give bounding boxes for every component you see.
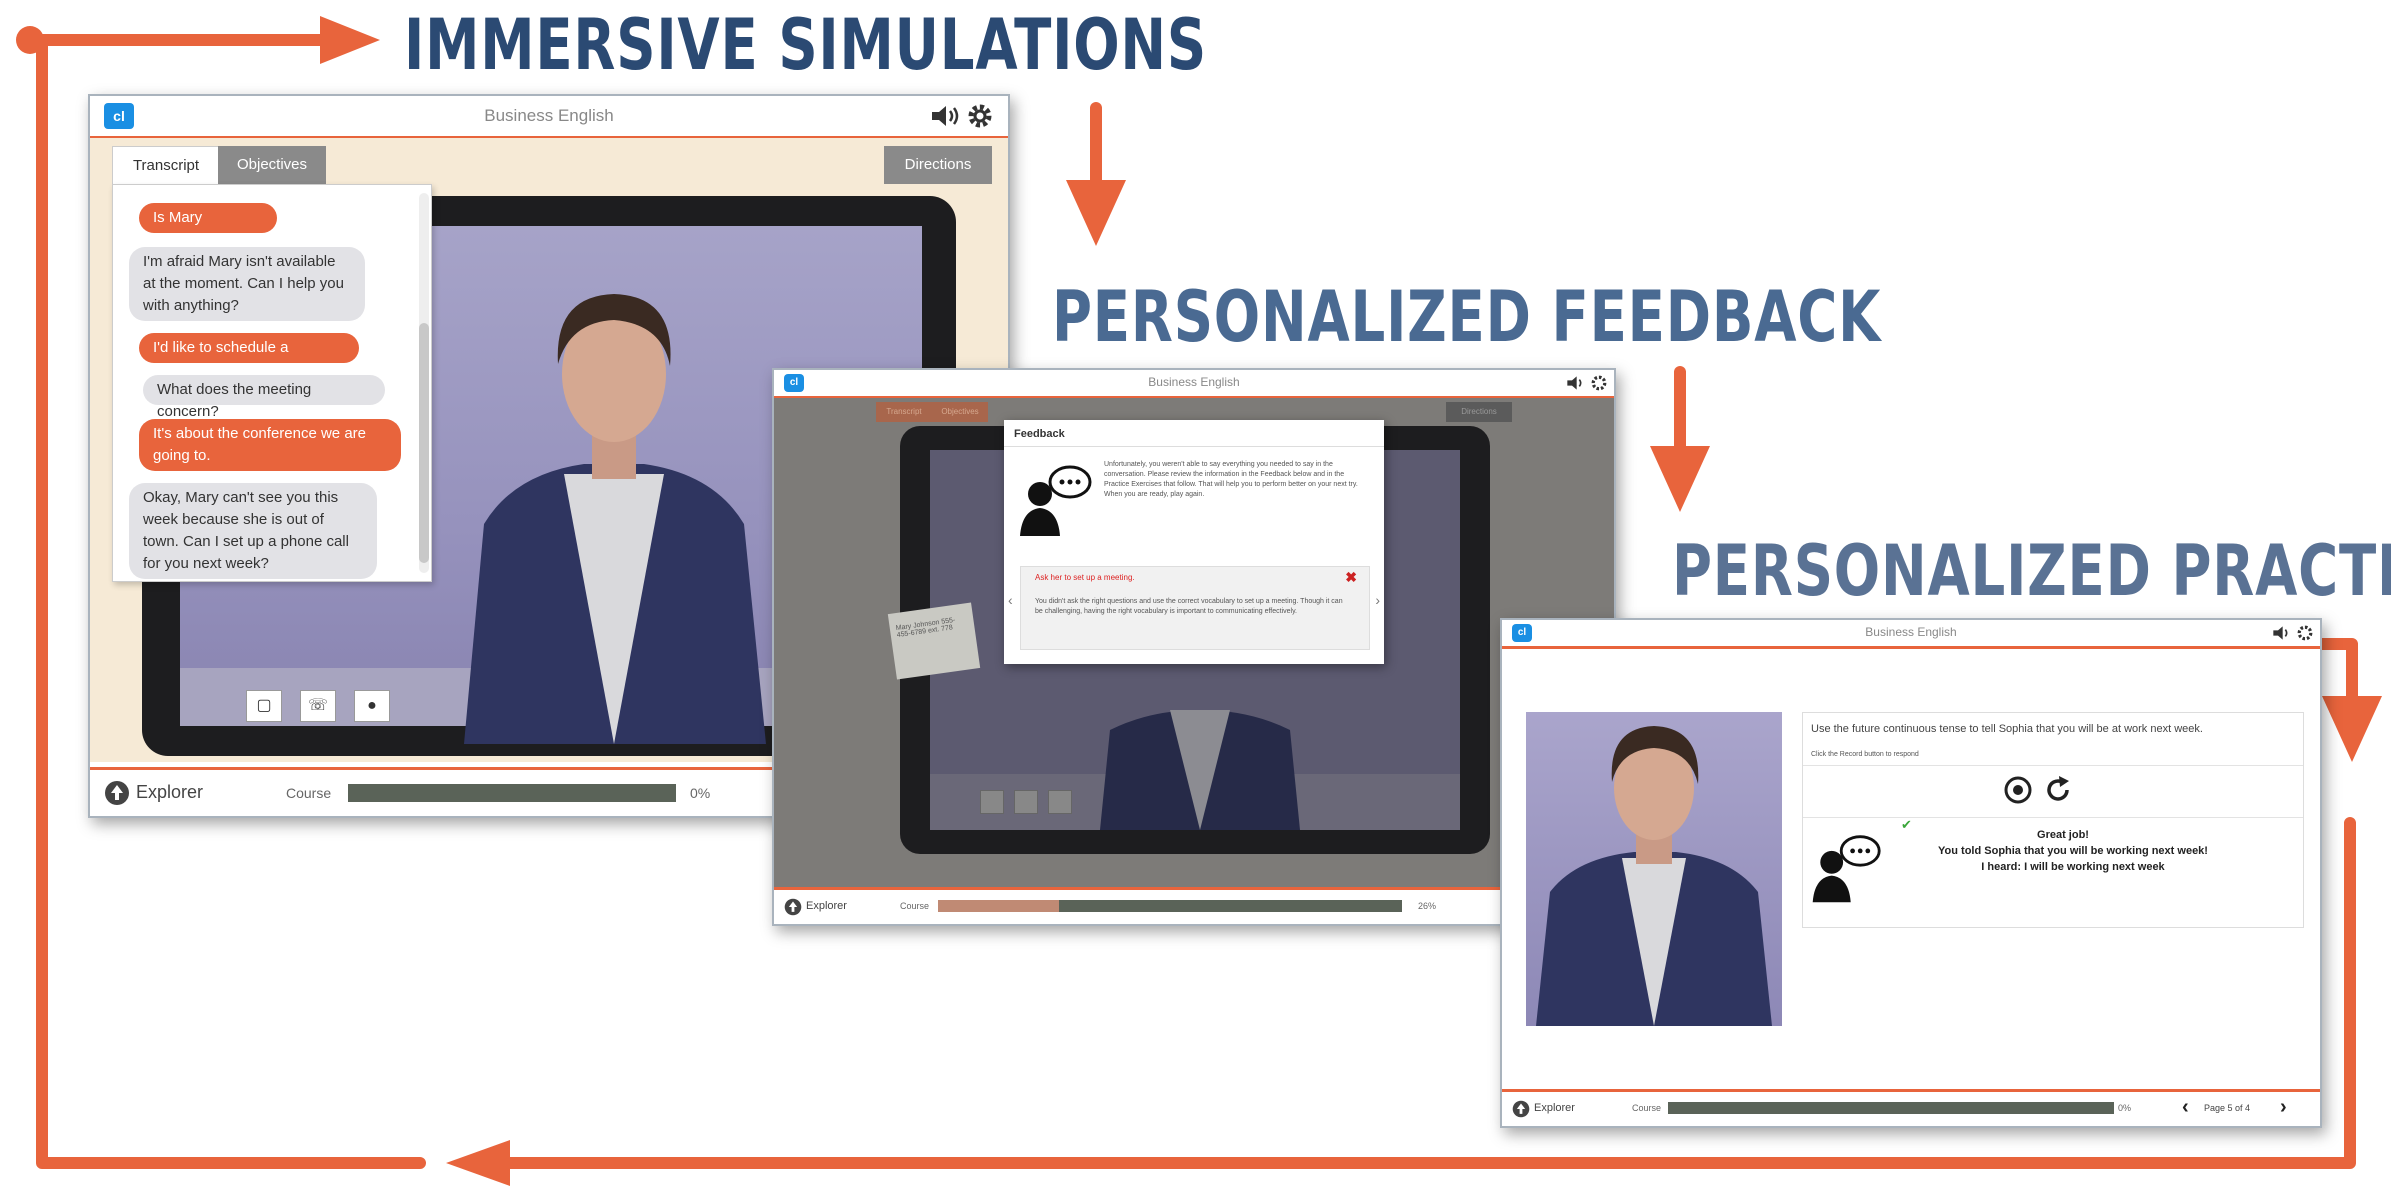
result-divider bbox=[1803, 817, 2303, 818]
hang-up-button[interactable] bbox=[1014, 790, 1038, 814]
result-told: You told Sophia that you will be working… bbox=[1938, 845, 2208, 857]
chevron-right-icon[interactable]: › bbox=[1375, 592, 1380, 608]
title-bar: cl Business English bbox=[774, 370, 1614, 399]
explorer-icon[interactable] bbox=[784, 898, 802, 916]
microphone-button[interactable]: ● bbox=[354, 690, 390, 722]
transcript-message-agent: Okay, Mary can't see you this week becau… bbox=[129, 483, 377, 579]
result-title: Great job! bbox=[2037, 829, 2089, 841]
tab-transcript[interactable]: Transcript bbox=[112, 146, 220, 185]
title-bar: cl Business English bbox=[1502, 620, 2320, 649]
arrowhead-right bbox=[320, 16, 380, 64]
practice-instruction: Use the future continuous tense to tell … bbox=[1811, 723, 2203, 735]
hang-up-button[interactable]: ☏ bbox=[300, 690, 336, 722]
feedback-window: cl Business English Mary Johnson 555-455… bbox=[772, 368, 1616, 926]
course-progress-percent: 0% bbox=[2118, 1103, 2132, 1113]
volume-icon[interactable] bbox=[1566, 375, 1586, 391]
transcript-message-user: I'd like to schedule a meeting. bbox=[139, 333, 359, 378]
page-indicator: Page 5 of 4 bbox=[2204, 1103, 2251, 1113]
explorer-icon[interactable] bbox=[104, 780, 130, 806]
feedback-issue-card: Ask her to set up a meeting. ✖ You didn'… bbox=[1020, 566, 1370, 650]
camera-button[interactable] bbox=[980, 790, 1004, 814]
microphone-button[interactable] bbox=[1048, 790, 1072, 814]
volume-icon[interactable] bbox=[2272, 625, 2292, 641]
gear-icon[interactable] bbox=[2296, 624, 2314, 642]
explorer-label[interactable]: Explorer bbox=[1534, 1102, 1575, 1114]
gear-icon[interactable] bbox=[966, 102, 994, 130]
title-bar: cl Business English bbox=[90, 96, 1008, 139]
tab-objectives[interactable]: Objectives bbox=[218, 146, 326, 184]
dialog-divider bbox=[1004, 446, 1384, 447]
footer-bar: Explorer Course 0% ‹ Page 5 of 4 › bbox=[1502, 1089, 2320, 1126]
virtual-character-sophia bbox=[1536, 726, 1772, 1026]
window-title: Business English bbox=[1148, 375, 1240, 389]
practice-hint: Click the Record button to respond bbox=[1811, 751, 1919, 758]
arrowhead-left bbox=[446, 1140, 510, 1186]
transcript-message-agent: What does the meeting concern? bbox=[143, 375, 385, 420]
feedback-message: Unfortunately, you weren't able to say e… bbox=[1104, 461, 1358, 498]
virtual-character-sophia bbox=[464, 294, 766, 744]
loop-start-dot bbox=[16, 26, 44, 54]
coach-speech-icon bbox=[1020, 465, 1092, 536]
tab-transcript[interactable]: Transcript bbox=[876, 402, 932, 422]
course-label: Course bbox=[286, 785, 332, 801]
directions-button[interactable]: Directions bbox=[884, 146, 992, 184]
practice-window: cl Business English Use the future conti… bbox=[1500, 618, 2322, 1128]
coach-speech-icon bbox=[1812, 835, 1881, 903]
tab-objectives[interactable]: Objectives bbox=[932, 402, 988, 422]
transcript-scrollbar[interactable] bbox=[419, 193, 429, 573]
transcript-message-agent: I'm afraid Mary isn't available at the m… bbox=[129, 247, 365, 321]
course-progress-bar bbox=[1668, 1102, 2114, 1114]
directions-button[interactable]: Directions bbox=[1446, 402, 1512, 422]
issue-text: You didn't ask the right questions and u… bbox=[1035, 598, 1343, 615]
transcript-message-user: It's about the conference we are going t… bbox=[139, 419, 401, 471]
chevron-left-icon[interactable]: ‹ bbox=[1008, 592, 1013, 608]
record-button-icon[interactable] bbox=[2003, 775, 2033, 805]
footer-bar: Explorer Course 26% bbox=[774, 887, 1614, 924]
explorer-label[interactable]: Explorer bbox=[136, 782, 203, 803]
chevron-right-icon[interactable]: › bbox=[2280, 1096, 2287, 1119]
success-check-icon: ✔ bbox=[1901, 817, 1912, 832]
course-progress-percent: 0% bbox=[690, 785, 711, 801]
course-label: Course bbox=[900, 901, 930, 911]
chevron-left-icon[interactable]: ‹ bbox=[2182, 1096, 2189, 1119]
practice-panel: Use the future continuous tense to tell … bbox=[1802, 712, 2304, 928]
volume-icon[interactable] bbox=[930, 104, 960, 128]
course-label: Course bbox=[1632, 1103, 1662, 1113]
course-progress-fill bbox=[938, 900, 1059, 912]
course-progress-bar bbox=[348, 784, 676, 802]
retry-icon[interactable] bbox=[2043, 775, 2073, 805]
business-card: Mary Johnson 555-455-6789 ext. 778 bbox=[887, 602, 981, 680]
explorer-icon[interactable] bbox=[1512, 1100, 1530, 1118]
gear-icon[interactable] bbox=[1590, 374, 1608, 392]
course-progress-track bbox=[938, 900, 1402, 912]
explorer-label[interactable]: Explorer bbox=[806, 900, 847, 912]
character-portrait bbox=[1526, 712, 1782, 1026]
virtual-character-dimmed bbox=[1100, 710, 1300, 830]
transcript-message-user: Is Mary available? bbox=[139, 203, 277, 248]
arrowhead-down-1 bbox=[1066, 180, 1126, 246]
instruction-divider bbox=[1803, 765, 2303, 766]
transcript-panel[interactable]: Is Mary available? I'm afraid Mary isn't… bbox=[112, 184, 432, 582]
window-title: Business English bbox=[1865, 625, 1957, 639]
arrowhead-down-3 bbox=[2322, 696, 2382, 762]
issue-title: Ask her to set up a meeting. bbox=[1035, 573, 1135, 582]
result-heard: I heard: I will be working next week bbox=[1981, 861, 2165, 873]
camera-button[interactable]: ▢ bbox=[246, 690, 282, 722]
course-progress-percent: 26% bbox=[1418, 901, 1437, 911]
feedback-dialog: Feedback Unfortunately, you weren't able… bbox=[1004, 420, 1384, 664]
loop-line-right bbox=[2312, 638, 2358, 706]
feedback-dialog-title: Feedback bbox=[1014, 428, 1065, 440]
window-title: Business English bbox=[484, 106, 614, 125]
scrollbar-thumb[interactable] bbox=[419, 323, 429, 563]
issue-dismiss-icon[interactable]: ✖ bbox=[1345, 569, 1357, 586]
arrowhead-down-2 bbox=[1650, 446, 1710, 512]
